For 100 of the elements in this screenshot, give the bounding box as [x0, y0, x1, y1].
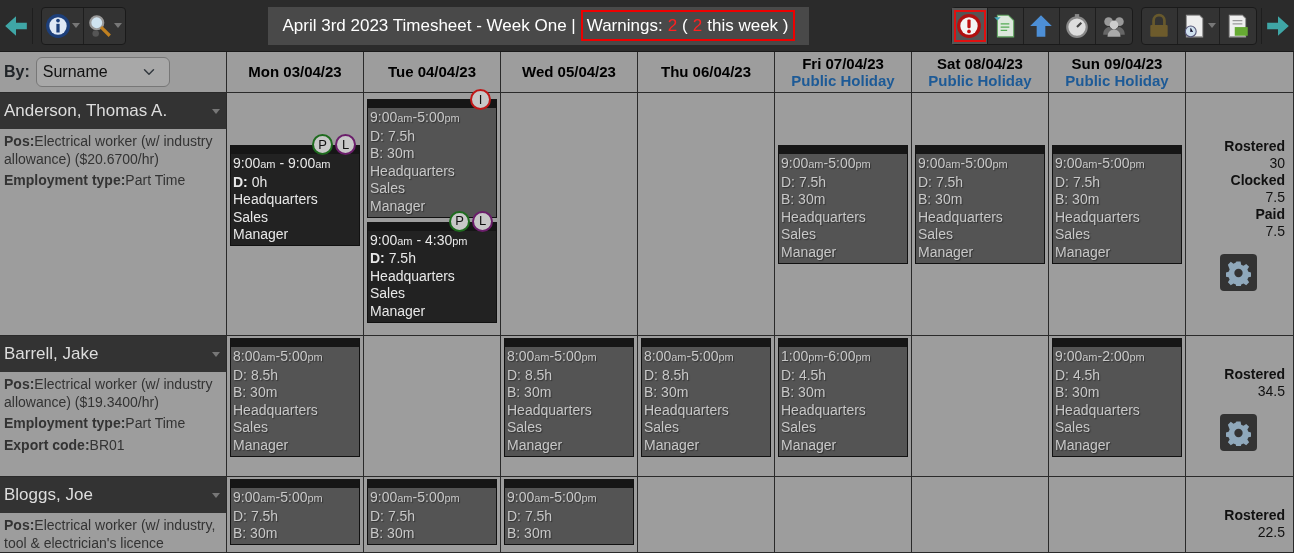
- total-value: 34.5: [1257, 383, 1285, 400]
- shift-card[interactable]: 9:00am-2:00pm D: 4.5h B: 30m Headquarters Sales Manager: [1052, 338, 1182, 457]
- shift-detail: D: 7.5h: [781, 173, 828, 192]
- employee-detail: Pos:Electrical worker (w/ industry, tool & electrician's licence: [4, 517, 217, 552]
- shift-card[interactable]: 9:00am-5:00pm D: 7.5h B: 30m: [367, 479, 497, 545]
- caret-icon: [72, 23, 80, 28]
- shift-detail: Sales: [644, 419, 681, 437]
- shift-detail: Manager: [370, 197, 427, 216]
- employee-name: Barrell, Jake: [4, 343, 99, 366]
- total-value: 30: [1269, 155, 1285, 172]
- shift-detail: Sales: [918, 226, 955, 244]
- shift-time: 9:00am-5:00pm: [370, 109, 461, 127]
- shift-card[interactable]: 8:00am-5:00pm D: 8.5h B: 30m Headquarters Sales Manager: [504, 338, 634, 457]
- shift-time: 9:00am-5:00pm: [370, 489, 461, 507]
- total-label: Clocked: [1230, 172, 1285, 189]
- gear-icon: [1226, 259, 1251, 286]
- employee-detail: Pos:Electrical worker (w/ industry allowance) ($19.3400/hr): [4, 376, 214, 411]
- shift-detail: Manager: [781, 436, 838, 455]
- sort-label: By:: [4, 62, 30, 82]
- employee-name-bar[interactable]: Anderson, Thomas A.: [0, 93, 226, 129]
- shift-time: 1:00pm-6:00pm: [781, 348, 872, 366]
- shift-detail: Manager: [233, 436, 290, 455]
- shift-detail: B: 30m: [370, 145, 416, 163]
- warnings-label: Warnings:: [586, 14, 663, 37]
- shift-card[interactable]: 8:00am-5:00pm D: 8.5h B: 30m Headquarters Sales Manager: [230, 338, 360, 457]
- employee-name: Bloggs, Joe: [4, 484, 93, 507]
- shift-detail: Sales: [233, 419, 270, 437]
- shift-detail: B: 30m: [918, 191, 964, 209]
- total-value: 22.5: [1257, 524, 1285, 541]
- shift-time: 9:00am - 4:30pm: [370, 231, 469, 250]
- employee-name-bar[interactable]: Bloggs, Joe: [0, 477, 226, 513]
- shift-card[interactable]: 9:00am-5:00pm D: 7.5h B: 30m Headquarters Sales Manager: [1052, 145, 1182, 264]
- shift-detail: Manager: [370, 302, 427, 321]
- shift-detail: Manager: [1055, 436, 1112, 455]
- day-header: Mon 03/04/23: [248, 63, 342, 81]
- shift-detail: Headquarters: [1055, 401, 1141, 420]
- employee-name-bar[interactable]: Barrell, Jake: [0, 336, 226, 372]
- gear-icon: [1226, 419, 1251, 446]
- shift-card[interactable]: 1:00pm-6:00pm D: 4.5h B: 30m Headquarters Sales Manager: [778, 338, 908, 457]
- total-label: Paid: [1255, 206, 1285, 223]
- shift-card[interactable]: 8:00am-5:00pm D: 8.5h B: 30m Headquarters Sales Manager: [641, 338, 771, 457]
- employee-detail: Employment type:Part Time: [4, 415, 187, 433]
- shift-detail: Headquarters: [233, 191, 319, 209]
- caret-icon: [212, 351, 220, 357]
- shift-detail: B: 30m: [1055, 384, 1101, 402]
- shift-detail: Sales: [233, 208, 270, 227]
- stopwatch-icon: [1064, 12, 1091, 39]
- shift-detail: Sales: [370, 180, 407, 198]
- shift-time: 8:00am-5:00pm: [233, 348, 324, 366]
- warnings-paren: (: [682, 14, 688, 37]
- info-icon: [45, 12, 71, 39]
- shift-detail: B: 30m: [1055, 191, 1101, 209]
- shift-detail: D: 7.5h: [918, 173, 965, 192]
- total-label: Rostered: [1224, 138, 1285, 155]
- shift-card[interactable]: 9:00am-5:00pm D: 7.5h B: 30m Headquarters Sales Manager: [915, 145, 1045, 264]
- settings-button[interactable]: [1220, 414, 1257, 451]
- shift-detail: Headquarters: [1055, 208, 1141, 227]
- total-value: 7.5: [1265, 189, 1285, 206]
- caret-icon: [212, 492, 220, 498]
- shift-time: 9:00am - 9:00am: [233, 155, 332, 173]
- shift-card[interactable]: 9:00am-5:00pm D: 7.5h B: 30m: [504, 479, 634, 545]
- shift-detail: Sales: [1055, 419, 1092, 437]
- shift-detail: Manager: [781, 243, 838, 262]
- shift-card[interactable]: 9:00am-5:00pm D: 7.5h B: 30m Headquarters Sales Manager: [778, 145, 908, 264]
- toolbar-button[interactable]: [952, 7, 988, 44]
- shift-detail: Headquarters: [644, 401, 730, 420]
- total-value: 7.5: [1265, 223, 1285, 240]
- caret-icon: [1208, 23, 1216, 28]
- shift-detail: Headquarters: [781, 401, 867, 420]
- shift-detail: B: 30m: [233, 525, 279, 543]
- shift-detail: D: 8.5h: [507, 366, 554, 385]
- shift-time: 9:00am-5:00pm: [781, 155, 872, 173]
- warnings-week-count: 2: [692, 14, 703, 37]
- shift-detail: Headquarters: [370, 162, 456, 181]
- settings-button[interactable]: [1220, 254, 1257, 291]
- warnings-box[interactable]: Warnings: 2 ( 2 this week ): [580, 9, 795, 42]
- shift-detail: D: 7.5h: [370, 127, 417, 146]
- shift-time: 9:00am-2:00pm: [1055, 348, 1146, 366]
- sort-dropdown[interactable]: Surname: [35, 57, 170, 87]
- shift-detail: Sales: [781, 419, 818, 437]
- shift-detail: D: 8.5h: [233, 366, 280, 385]
- shift-detail: Manager: [233, 226, 290, 244]
- day-header: Tue 04/04/23: [387, 63, 477, 81]
- shift-detail: D: 7.5h: [1055, 173, 1102, 192]
- shift-detail: Manager: [918, 243, 975, 262]
- shift-detail: D: 8.5h: [644, 366, 691, 385]
- warning-icon: [956, 12, 983, 39]
- employee-name: Anderson, Thomas A.: [4, 100, 168, 123]
- warnings-count: 2: [667, 14, 678, 37]
- employee-detail: Pos:Electrical worker (w/ industry allowance) ($20.6700/hr): [4, 133, 214, 168]
- holiday-label: Public Holiday: [928, 72, 1032, 90]
- shift-time: 9:00am-5:00pm: [507, 489, 598, 507]
- shift-detail: B: 30m: [781, 191, 827, 209]
- day-header: Sun 09/04/23: [1071, 54, 1163, 72]
- shift-detail: B: 30m: [233, 384, 279, 402]
- shift-detail: Sales: [781, 226, 818, 244]
- shift-card[interactable]: 9:00am-5:00pm D: 7.5h B: 30m: [230, 479, 360, 545]
- shift-detail: D: 7.5h: [370, 507, 417, 526]
- total-label: Rostered: [1224, 507, 1285, 524]
- shift-detail: B: 30m: [507, 384, 553, 402]
